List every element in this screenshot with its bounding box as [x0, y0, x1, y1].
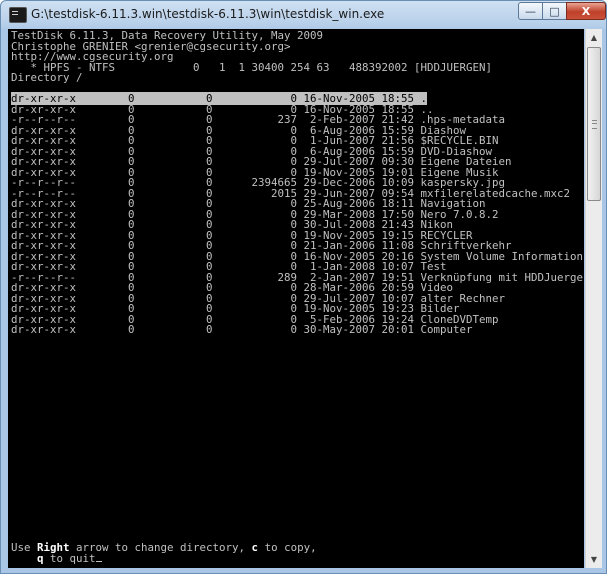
partition-line: * HPFS - NTFS 0 1 1 30400 254 63 4883920… — [11, 60, 493, 74]
minimize-button[interactable]: — — [518, 2, 543, 20]
console-window: G:\testdisk-6.11.3.win\testdisk-6.11.3\w… — [0, 0, 607, 574]
directory-listing: dr-xr-xr-x 0 0 0 16-Nov-2005 18:55 . dr-… — [8, 92, 584, 336]
console-app-icon[interactable] — [9, 7, 27, 23]
scrollbar-thumb[interactable] — [587, 47, 601, 201]
scroll-down-arrow-icon[interactable]: ▼ — [586, 551, 602, 568]
vertical-scrollbar[interactable]: ▲ ▼ — [585, 29, 602, 568]
help-text: arrow to change directory, — [69, 541, 252, 554]
scroll-up-arrow-icon[interactable]: ▲ — [586, 29, 602, 46]
key-help: Use Right arrow to change directory, c t… — [8, 541, 317, 565]
close-button[interactable]: X — [566, 2, 606, 20]
window-title: G:\testdisk-6.11.3.win\testdisk-6.11.3\w… — [31, 7, 385, 21]
title-bar[interactable]: G:\testdisk-6.11.3.win\testdisk-6.11.3\w… — [1, 1, 606, 29]
entry-name: Computer — [414, 323, 473, 336]
testdisk-header: TestDisk 6.11.3, Data Recovery Utility, … — [8, 30, 493, 84]
help-text: to copy, — [258, 541, 317, 554]
directory-path: Directory / — [11, 71, 83, 84]
maximize-button[interactable]: □ — [542, 2, 567, 20]
text-cursor — [95, 560, 102, 562]
directory-entry-row[interactable]: dr-xr-xr-x 0 0 0 30-May-2007 20:01 Compu… — [11, 323, 473, 336]
entry-details: dr-xr-xr-x 0 0 0 30-May-2007 20:01 — [11, 323, 415, 336]
console-screen[interactable]: TestDisk 6.11.3, Data Recovery Utility, … — [8, 29, 584, 568]
help-indent — [11, 552, 37, 565]
help-text: to quit — [43, 551, 96, 565]
grip-icon — [592, 120, 597, 129]
